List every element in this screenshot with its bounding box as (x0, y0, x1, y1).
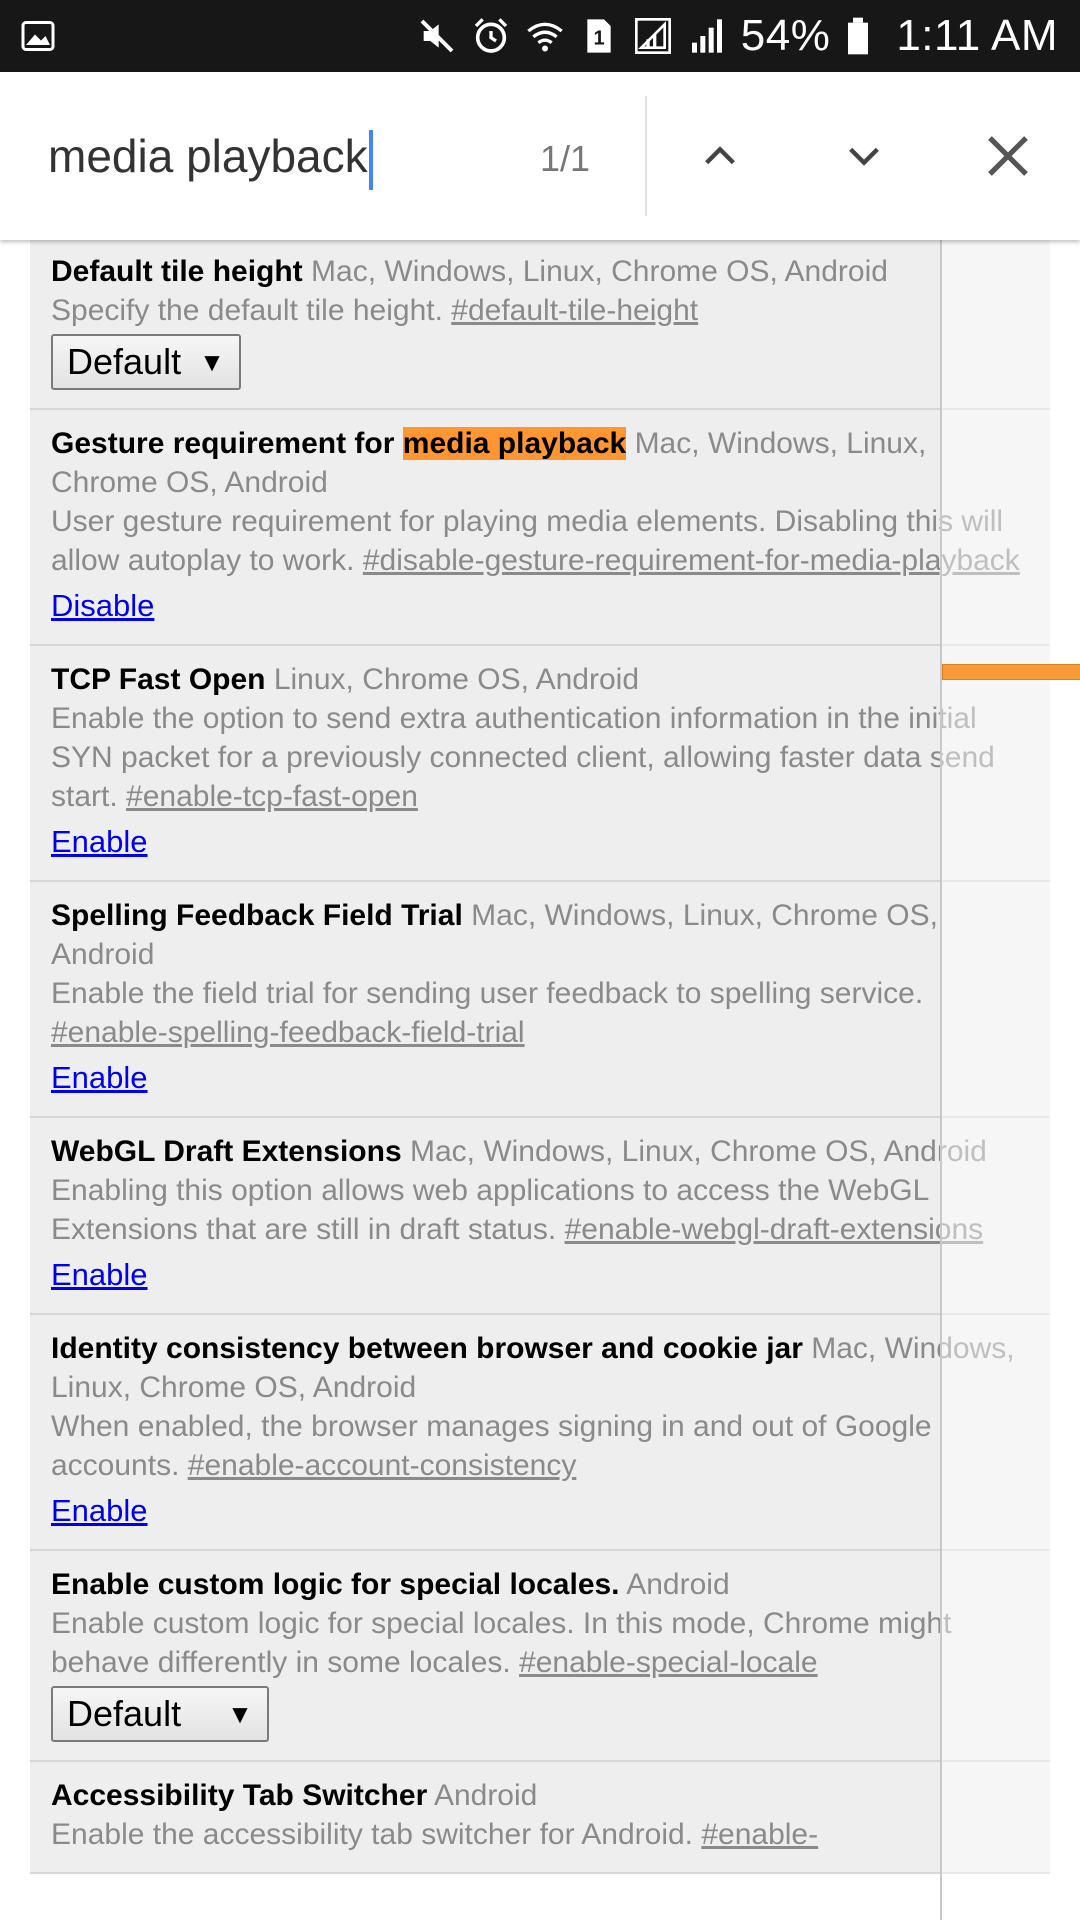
find-query: media playback (48, 130, 368, 182)
flag-anchor-link[interactable]: #enable-spelling-feedback-field-trial (51, 1016, 525, 1049)
flag-action-link[interactable]: Enable (51, 1255, 148, 1294)
find-in-page-bar: media playback 1/1 (0, 72, 1080, 240)
flag-name: WebGL Draft Extensions (51, 1135, 402, 1168)
flag-item-account-consistency: Identity consistency between browser and… (30, 1315, 1050, 1551)
flag-anchor-link[interactable]: #default-tile-height (451, 294, 698, 327)
flag-name: Accessibility Tab Switcher (51, 1779, 428, 1812)
chevron-up-icon (705, 146, 735, 165)
flag-item-accessibility-tab-switcher: Accessibility Tab Switcher Android Enabl… (30, 1762, 1050, 1874)
flag-platforms: Android (626, 1568, 730, 1601)
flag-action-link[interactable]: Enable (51, 822, 148, 861)
find-previous-button[interactable] (680, 116, 760, 196)
find-next-button[interactable] (824, 116, 904, 196)
flag-item-default-tile-height: Default tile height Mac, Windows, Linux,… (30, 240, 1050, 410)
flag-description: Specify the default tile height. (51, 294, 443, 327)
flags-list: Default tile height Mac, Windows, Linux,… (30, 240, 1050, 1874)
flag-anchor-link[interactable]: #enable- (701, 1818, 818, 1851)
battery-percent: 54% (740, 11, 831, 60)
flag-action-link[interactable]: Disable (51, 586, 154, 625)
find-result-scrollbar[interactable] (940, 240, 1052, 1920)
clock: 1:11 AM (896, 11, 1058, 60)
find-result-count: 1/1 (540, 138, 591, 179)
flag-item-spelling-feedback: Spelling Feedback Field Trial Mac, Windo… (30, 882, 1050, 1118)
close-icon (988, 136, 1028, 176)
flag-item-tcp-fast-open: TCP Fast Open Linux, Chrome OS, Android … (30, 646, 1050, 882)
flags-page[interactable]: Default tile height Mac, Windows, Linux,… (0, 240, 1080, 1920)
flag-name: Gesture requirement for (51, 427, 403, 460)
find-close-button[interactable] (968, 116, 1048, 196)
flag-platforms: Mac, Windows, Linux, Chrome OS, Android (409, 1135, 987, 1168)
flag-select[interactable]: Default ▼ (51, 334, 241, 390)
flag-description: Enable the field trial for sending user … (51, 977, 924, 1010)
find-result-marker[interactable] (942, 664, 1080, 680)
flag-name: TCP Fast Open (51, 663, 266, 696)
flag-name: Identity consistency between browser and… (51, 1332, 803, 1365)
flag-anchor-link[interactable]: #enable-webgl-draft-extensions (565, 1213, 984, 1246)
alarm-icon (474, 18, 507, 53)
flag-anchor-link[interactable]: #disable-gesture-requirement-for-media-p… (363, 544, 1020, 577)
dropdown-arrow-icon: ▼ (199, 347, 225, 377)
flag-platforms: Android (433, 1779, 538, 1812)
wifi-icon (527, 22, 563, 52)
flag-item-special-locale: Enable custom logic for special locales.… (30, 1551, 1050, 1762)
signal-bars-icon (691, 19, 722, 53)
text-caret (368, 129, 373, 190)
status-bar: 1 54% 1:11 AM (0, 0, 1080, 72)
find-bar-divider (645, 96, 647, 216)
sim-icon: 1 (587, 19, 611, 53)
select-value: Default (67, 1693, 182, 1734)
flag-platforms: Linux, Chrome OS, Android (273, 663, 640, 696)
flag-anchor-link[interactable]: #enable-special-locale (519, 1646, 818, 1679)
chevron-down-icon (849, 147, 879, 166)
flag-anchor-link[interactable]: #enable-account-consistency (188, 1449, 577, 1482)
flag-item-webgl-draft-extensions: WebGL Draft Extensions Mac, Windows, Lin… (30, 1118, 1050, 1315)
flag-anchor-link[interactable]: #enable-tcp-fast-open (126, 780, 418, 813)
signal-icon (634, 18, 671, 54)
find-input[interactable]: media playback (48, 124, 373, 190)
dropdown-arrow-icon: ▼ (227, 1699, 253, 1729)
find-match-highlight: media playback (402, 427, 627, 460)
flag-name: Spelling Feedback Field Trial (51, 899, 463, 932)
flag-item-gesture-requirement: Gesture requirement for media playback M… (30, 410, 1050, 646)
flag-action-link[interactable]: Enable (51, 1058, 148, 1097)
flag-name: Default tile height (51, 255, 303, 288)
status-icons: 1 54% 1:11 AM (417, 0, 1058, 72)
image-icon (21, 21, 55, 51)
sim-number: 1 (593, 27, 604, 49)
battery-icon (848, 17, 869, 55)
flag-action-link[interactable]: Enable (51, 1491, 148, 1530)
flag-select[interactable]: Default ▼ (51, 1686, 269, 1742)
flag-description: Enable the accessibility tab switcher fo… (51, 1818, 693, 1851)
flag-name: Enable custom logic for special locales. (51, 1568, 620, 1601)
select-value: Default (67, 341, 182, 382)
mute-icon (420, 19, 454, 53)
flag-platforms: Mac, Windows, Linux, Chrome OS, Android (311, 255, 888, 288)
